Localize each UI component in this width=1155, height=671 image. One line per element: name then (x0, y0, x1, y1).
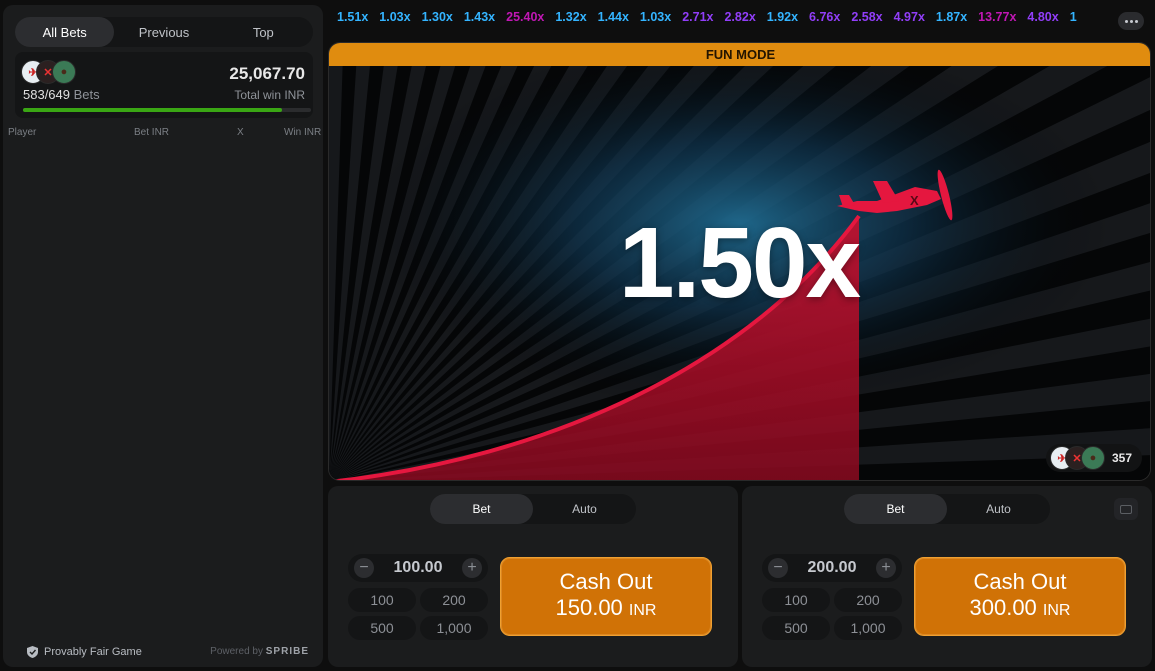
history-multiplier[interactable]: 4.97x (894, 10, 925, 24)
bets-placed-value: 583/649 (23, 87, 70, 102)
quick-amount-button[interactable]: 1,000 (834, 616, 902, 640)
total-win-label: Total win INR (234, 88, 305, 102)
cash-out-amount: 150.00 INR (556, 595, 657, 624)
bets-panel: All Bets Previous Top ✈ ✕ ● 583/649 Bets… (3, 5, 323, 667)
game-canvas: X 1.50x ✈ ✕ ● 357 (329, 43, 1150, 480)
provably-fair-label: Provably Fair Game (44, 646, 142, 658)
history-multiplier[interactable]: 1.51x (337, 10, 368, 24)
player-avatars: ✈ ✕ ● (21, 60, 91, 86)
bet-panel-1: Bet Auto − 100.00 + 100 200 500 1,000 Ca… (328, 486, 738, 667)
tab-previous[interactable]: Previous (114, 17, 213, 47)
online-avatars: ✈ ✕ ● (1049, 446, 1110, 470)
avatar: ● (52, 60, 76, 84)
game-area: FUN MODE X 1.50x ✈ ✕ ● 357 (328, 42, 1151, 481)
history-multiplier[interactable]: 1 (1070, 10, 1077, 24)
cash-out-value: 150.00 (555, 595, 623, 620)
bets-summary: ✈ ✕ ● 583/649 Bets 25,067.70 Total win I… (15, 52, 313, 118)
cash-out-amount: 300.00 INR (970, 595, 1071, 624)
cash-out-label: Cash Out (559, 569, 653, 594)
currency-label: INR (1042, 602, 1071, 619)
history-multiplier[interactable]: 1.43x (464, 10, 495, 24)
powered-by: Powered by SPRIBE (210, 646, 309, 657)
column-multiplier: X (237, 127, 244, 138)
provably-fair-link[interactable]: Provably Fair Game (27, 646, 142, 658)
history-multiplier[interactable]: 25.40x (506, 10, 544, 24)
tab-auto[interactable]: Auto (533, 494, 636, 524)
currency-label: INR (628, 602, 657, 619)
shield-icon (27, 646, 38, 658)
history-more-button[interactable] (1118, 12, 1144, 30)
bets-progress-bar (23, 108, 311, 112)
decrease-button[interactable]: − (768, 558, 788, 578)
quick-amount-button[interactable]: 100 (348, 588, 416, 612)
current-multiplier: 1.50x (618, 207, 861, 319)
history-multiplier[interactable]: 1.44x (598, 10, 629, 24)
bet-mode-tabs: Bet Auto (844, 494, 1050, 524)
history-fade (1080, 8, 1120, 34)
bet-amount-stepper: − 100.00 + (348, 554, 488, 582)
history-multiplier[interactable]: 1.92x (767, 10, 798, 24)
history-multiplier[interactable]: 6.76x (809, 10, 840, 24)
history-multiplier[interactable]: 2.71x (682, 10, 713, 24)
tab-bet[interactable]: Bet (844, 494, 947, 524)
column-player: Player (8, 127, 37, 138)
multiplier-history: 1.51x 1.03x 1.30x 1.43x 25.40x 1.32x 1.44x 1.03… (337, 10, 1117, 32)
quick-amount-button[interactable]: 500 (348, 616, 416, 640)
bet-panel-2: Bet Auto − 200.00 + 100 200 500 1,000 Ca… (742, 486, 1152, 667)
decrease-button[interactable]: − (354, 558, 374, 578)
bets-count: 583/649 Bets (23, 87, 100, 102)
bet-mode-tabs: Bet Auto (430, 494, 636, 524)
remove-panel-button[interactable] (1114, 498, 1138, 520)
quick-amount-button[interactable]: 200 (834, 588, 902, 612)
tab-top[interactable]: Top (214, 17, 313, 47)
powered-by-label: Powered by (210, 646, 263, 657)
quick-amount-button[interactable]: 500 (762, 616, 830, 640)
column-bet: Bet INR (134, 127, 170, 138)
svg-text:X: X (910, 193, 919, 208)
cash-out-button[interactable]: Cash Out 300.00 INR (914, 557, 1126, 636)
history-multiplier[interactable]: 2.82x (724, 10, 755, 24)
spribe-logo: SPRIBE (265, 646, 309, 657)
history-multiplier[interactable]: 1.03x (379, 10, 410, 24)
online-players-badge: ✈ ✕ ● 357 (1045, 444, 1142, 472)
online-count: 357 (1111, 451, 1132, 465)
total-win-value: 25,067.70 (229, 64, 305, 83)
cash-out-button[interactable]: Cash Out 150.00 INR (500, 557, 712, 636)
quick-amount-button[interactable]: 100 (762, 588, 830, 612)
history-multiplier[interactable]: 1.32x (555, 10, 586, 24)
quick-amount-button[interactable]: 200 (420, 588, 488, 612)
cash-out-label: Cash Out (973, 569, 1067, 594)
bets-progress-fill (23, 108, 282, 112)
bet-amount-stepper: − 200.00 + (762, 554, 902, 582)
bets-tabs: All Bets Previous Top (15, 17, 313, 47)
history-multiplier[interactable]: 13.77x (978, 10, 1016, 24)
bet-amount-input[interactable]: 100.00 (378, 559, 458, 577)
bets-label: Bets (73, 87, 100, 102)
history-multiplier[interactable]: 1.87x (936, 10, 967, 24)
tab-auto[interactable]: Auto (947, 494, 1050, 524)
history-multiplier[interactable]: 4.80x (1027, 10, 1058, 24)
increase-button[interactable]: + (876, 558, 896, 578)
bet-amount-input[interactable]: 200.00 (792, 559, 872, 577)
history-multiplier[interactable]: 1.03x (640, 10, 671, 24)
increase-button[interactable]: + (462, 558, 482, 578)
quick-amount-button[interactable]: 1,000 (420, 616, 488, 640)
tab-all-bets[interactable]: All Bets (15, 17, 115, 47)
fun-mode-banner: FUN MODE (329, 43, 1150, 66)
cash-out-value: 300.00 (969, 595, 1037, 620)
history-multiplier[interactable]: 2.58x (851, 10, 882, 24)
tab-bet[interactable]: Bet (430, 494, 533, 524)
aviator-game-screen: All Bets Previous Top ✈ ✕ ● 583/649 Bets… (0, 0, 1155, 671)
history-multiplier[interactable]: 1.30x (422, 10, 453, 24)
avatar: ● (1080, 446, 1105, 470)
column-win: Win INR (284, 127, 322, 138)
